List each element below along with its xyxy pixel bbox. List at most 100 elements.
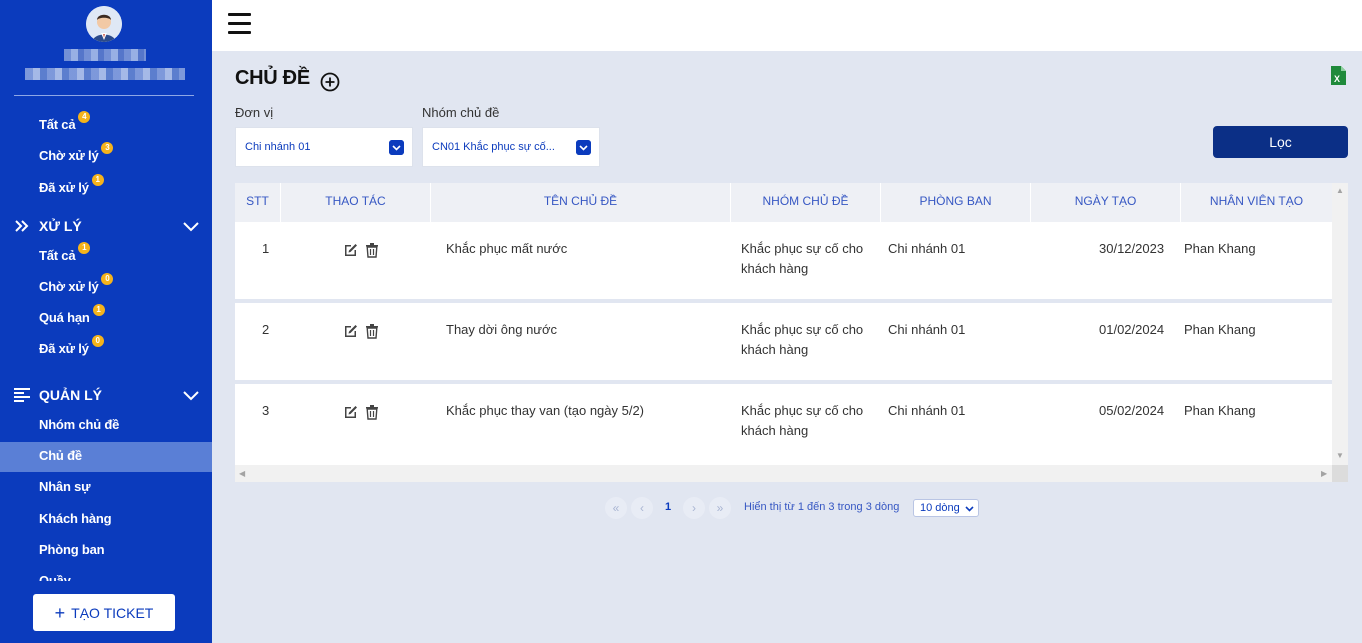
cell-department: Chi nhánh 01 xyxy=(888,241,966,256)
chevron-down-icon[interactable] xyxy=(183,220,199,232)
plus-icon: + xyxy=(54,602,66,623)
cell-topic-group-line2: khách hàng xyxy=(741,261,809,276)
sidebar-item-counters[interactable]: Quầy xyxy=(39,573,71,581)
page-size-value: 10 dòng xyxy=(920,502,960,514)
scroll-up-icon[interactable]: ▲ xyxy=(1336,186,1344,195)
cell-creator: Phan Khang xyxy=(1184,403,1256,418)
user-email-redacted xyxy=(25,68,185,80)
cell-topic-group-line2: khách hàng xyxy=(741,423,809,438)
sidebar-item-process-pending[interactable]: Chờ xử lý 0 xyxy=(39,273,114,294)
create-ticket-button[interactable]: + TẠO TICKET xyxy=(33,594,175,631)
sidebar-item-done[interactable]: Đã xử lý 1 xyxy=(39,174,104,195)
cell-topic-name: Khắc phục thay van (tạo ngày 5/2) xyxy=(446,403,645,418)
count-badge: 1 xyxy=(92,304,105,316)
topic-group-select-value: CN01 Khắc phục sự cố... xyxy=(432,141,555,153)
next-page-button[interactable]: › xyxy=(683,497,705,519)
sidebar-item-all[interactable]: Tất cả 4 xyxy=(39,111,91,132)
hamburger-icon[interactable] xyxy=(228,13,251,34)
horizontal-scrollbar[interactable]: ◀ ▶ xyxy=(235,465,1332,482)
sidebar-item-process-done[interactable]: Đã xử lý 0 xyxy=(39,335,104,356)
count-badge: 0 xyxy=(91,335,104,347)
chevron-down-icon xyxy=(576,140,591,155)
cell-stt: 3 xyxy=(262,403,270,418)
column-header-creator: NHÂN VIÊN TẠO xyxy=(1209,194,1304,208)
user-name-redacted xyxy=(64,49,146,61)
unit-select[interactable]: Chi nhánh 01 xyxy=(235,127,413,167)
sidebar-item-label: Quá hạn xyxy=(39,310,90,325)
count-badge: 1 xyxy=(91,174,104,186)
first-page-button[interactable]: « xyxy=(605,497,627,519)
excel-icon[interactable]: X xyxy=(1330,66,1346,85)
page-title: CHỦ ĐỀ xyxy=(235,67,310,89)
page-size-select[interactable]: 10 dòng xyxy=(913,499,979,517)
cell-topic-name: Thay dời ông nước xyxy=(446,322,558,337)
unit-select-value: Chi nhánh 01 xyxy=(245,141,311,153)
sidebar-item-label: Đã xử lý xyxy=(39,341,89,356)
unit-label: Đơn vị xyxy=(235,105,274,120)
plus-circle-icon[interactable] xyxy=(320,72,340,92)
sidebar-item-label: Tất cả xyxy=(39,117,76,132)
scroll-right-icon[interactable]: ▶ xyxy=(1321,469,1327,478)
trash-icon[interactable] xyxy=(364,404,380,420)
column-header-topic-name: TÊN CHỦ ĐỀ xyxy=(431,183,731,222)
column-header-actions: THAO TÁC xyxy=(281,183,431,222)
last-page-button[interactable]: » xyxy=(709,497,731,519)
sidebar-item-staff[interactable]: Nhân sự xyxy=(39,479,91,494)
sidebar-item-label: Chờ xử lý xyxy=(39,279,99,294)
sidebar-section-process[interactable]: XỬ LÝ xyxy=(0,215,212,237)
sidebar-item-label: Chờ xử lý xyxy=(39,148,99,163)
sidebar-active-highlight xyxy=(0,442,212,472)
sidebar-item-process-all[interactable]: Tất cả 1 xyxy=(39,242,91,263)
current-page-number[interactable]: 1 xyxy=(665,501,671,513)
sidebar-item-topics[interactable]: Chủ đề xyxy=(39,448,82,463)
column-header-created-date: NGÀY TẠO xyxy=(1031,183,1181,222)
sidebar-item-label: Quầy xyxy=(39,573,71,581)
edit-icon[interactable] xyxy=(343,242,359,258)
chevron-down-icon[interactable] xyxy=(183,389,199,401)
pagination-info: Hiển thị từ 1 đến 3 trong 3 dòng xyxy=(744,501,900,513)
trash-icon[interactable] xyxy=(364,242,380,258)
scroll-down-icon[interactable]: ▼ xyxy=(1336,451,1344,460)
sidebar-section-title: QUẢN LÝ xyxy=(39,387,102,403)
trash-icon[interactable] xyxy=(364,323,380,339)
vertical-scrollbar[interactable]: ▲ ▼ xyxy=(1332,183,1348,465)
user-avatar[interactable] xyxy=(86,6,122,42)
sidebar-item-label: Nhân sự xyxy=(39,479,91,494)
chevron-down-icon xyxy=(389,140,404,155)
sidebar-section-manage[interactable]: QUẢN LÝ xyxy=(0,384,212,406)
table-header: STT THAO TÁC TÊN CHỦ ĐỀ NHÓM CHỦ ĐỀ PHÒN… xyxy=(235,183,1332,222)
scroll-left-icon[interactable]: ◀ xyxy=(239,469,245,478)
sidebar-item-pending[interactable]: Chờ xử lý 3 xyxy=(39,142,114,163)
sidebar-item-label: Chủ đề xyxy=(39,448,82,463)
sidebar-item-label: Đã xử lý xyxy=(39,180,89,195)
chevron-down-icon xyxy=(965,506,974,512)
column-header-topic-group: NHÓM CHỦ ĐỀ xyxy=(731,183,881,222)
cell-topic-group-line1: Khắc phục sự cố cho xyxy=(741,241,864,256)
prev-page-button[interactable]: ‹ xyxy=(631,497,653,519)
cell-stt: 2 xyxy=(262,322,270,337)
table-row: 3 Khắc phục thay van (tạo ngày 5/2) Khắc… xyxy=(235,384,1332,461)
sidebar-item-process-overdue[interactable]: Quá hạn 1 xyxy=(39,304,105,325)
edit-icon[interactable] xyxy=(343,404,359,420)
cell-topic-group-line1: Khắc phục sự cố cho xyxy=(741,322,864,337)
count-badge: 0 xyxy=(101,273,114,285)
sidebar-divider xyxy=(14,95,194,96)
sidebar-item-departments[interactable]: Phòng ban xyxy=(39,542,105,557)
edit-icon[interactable] xyxy=(343,323,359,339)
column-header-department: PHÒNG BAN xyxy=(881,183,1031,222)
table-row: 1 Khắc phục mất nước Khắc phục sự cố cho… xyxy=(235,222,1332,299)
topic-group-select[interactable]: CN01 Khắc phục sự cố... xyxy=(422,127,600,167)
sidebar-item-label: Nhóm chủ đề xyxy=(39,417,120,432)
sidebar-item-customers[interactable]: Khách hàng xyxy=(39,511,112,526)
sidebar-item-topic-groups[interactable]: Nhóm chủ đề xyxy=(39,417,119,432)
cell-created-date: 05/02/2024 xyxy=(1099,403,1165,418)
cell-department: Chi nhánh 01 xyxy=(888,403,966,418)
sidebar-section-title: XỬ LÝ xyxy=(39,218,82,234)
cell-topic-group-line2: khách hàng xyxy=(741,342,809,357)
sidebar-item-label: Tất cả xyxy=(39,248,76,263)
count-badge: 3 xyxy=(101,142,114,154)
filter-button[interactable]: Lọc xyxy=(1213,126,1348,158)
top-bar xyxy=(212,0,1362,51)
cell-created-date: 30/12/2023 xyxy=(1099,241,1165,256)
scrollbar-corner xyxy=(1332,465,1348,482)
